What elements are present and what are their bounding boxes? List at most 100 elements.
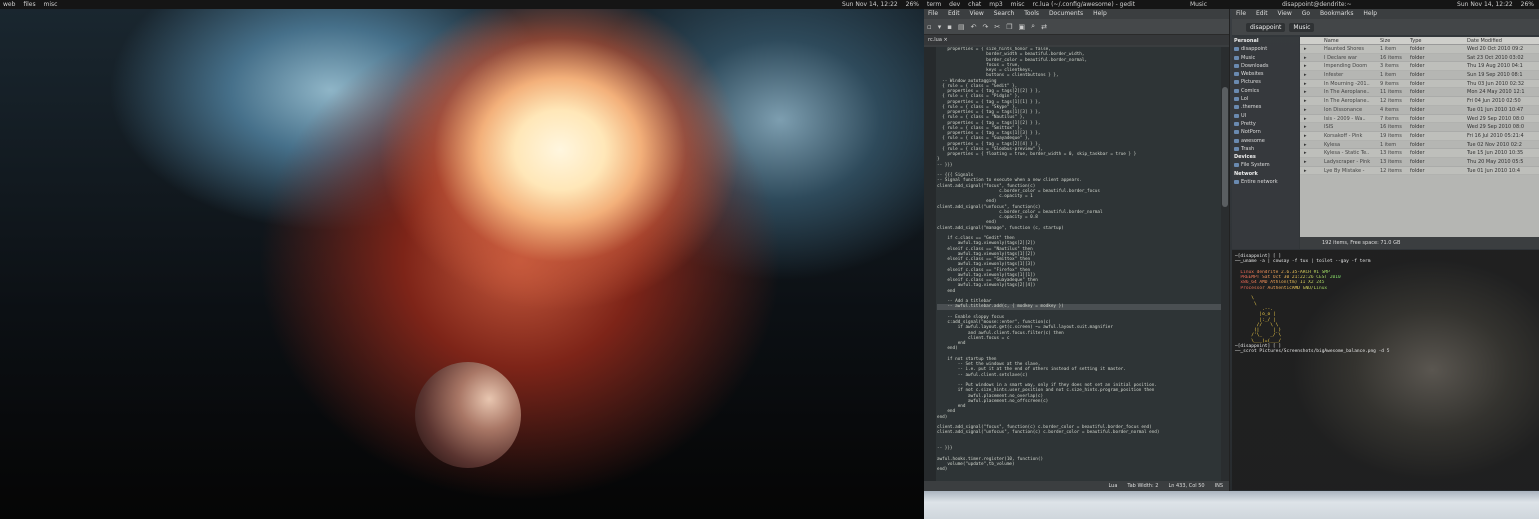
expander-icon[interactable]: ▸ [1300, 158, 1324, 166]
tag-mp3[interactable]: mp3 [986, 1, 1005, 8]
places-item[interactable]: Comics [1232, 87, 1299, 95]
file-row[interactable]: ▸ In Mourning -201.. 9 items folder Thu 03 J… [1300, 79, 1539, 89]
expander-icon[interactable]: ▸ [1300, 45, 1324, 53]
task-nautilus[interactable]: disappoint@dendrite:~ [1212, 1, 1355, 8]
menu-edit[interactable]: Edit [944, 10, 964, 17]
expander-icon[interactable]: ▸ [1300, 80, 1324, 88]
expander-icon[interactable]: ▸ [1300, 141, 1324, 149]
menu-file[interactable]: File [1232, 10, 1250, 17]
expander-icon[interactable]: ▸ [1300, 54, 1324, 62]
menu-view[interactable]: View [1274, 10, 1296, 17]
expander-icon[interactable]: ▸ [1300, 106, 1324, 114]
terminal-window[interactable]: ─[disappoint] [ ] ──‿uname -a | cowsay -f… [1232, 250, 1539, 490]
places-item[interactable]: Pretty [1232, 120, 1299, 128]
expander-icon[interactable]: ▸ [1300, 167, 1324, 175]
tag-chat[interactable]: chat [965, 1, 984, 8]
places-item[interactable]: Music [1232, 54, 1299, 62]
copy-icon[interactable]: ❐ [1006, 23, 1012, 31]
file-row[interactable]: ▸ Kylesa 1 item folder Tue 02 Nov 2010 02:2 [1300, 141, 1539, 150]
menu-tools[interactable]: Tools [1020, 10, 1043, 17]
clock: Sun Nov 14, 12:22 [1457, 1, 1513, 8]
places-item[interactable]: Downloads [1232, 62, 1299, 70]
column-size[interactable]: Size [1380, 37, 1410, 44]
save-icon[interactable]: ▪ [947, 23, 952, 31]
menu-go[interactable]: Go [1298, 10, 1314, 17]
tag-misc[interactable]: misc [41, 1, 61, 8]
replace-icon[interactable]: ⇄ [1041, 23, 1047, 31]
file-row[interactable]: ▸ Kylesa - Static Te.. 13 items folder Tue 1… [1300, 149, 1539, 158]
file-type: folder [1410, 141, 1425, 148]
places-item[interactable]: NotPorn [1232, 128, 1299, 136]
file-row[interactable]: ▸ Isis - 2009 - Wa.. 7 items folder Wed 29 S… [1300, 114, 1539, 124]
menu-search[interactable]: Search [990, 10, 1019, 17]
menu-edit[interactable]: Edit [1252, 10, 1272, 17]
expander-icon[interactable]: ▸ [1300, 88, 1324, 96]
scrollbar-thumb[interactable] [1222, 87, 1228, 207]
code-line[interactable]: end) [937, 467, 1222, 472]
file-row[interactable]: ▸ Ladyscraper - Pink 13 items folder Thu 20 … [1300, 158, 1539, 167]
places-item[interactable]: Pictures [1232, 78, 1299, 86]
file-row[interactable]: ▸ I Declare war 16 items folder Sat 23 Oct 2… [1300, 54, 1539, 63]
places-item[interactable]: .themes [1232, 103, 1299, 111]
places-item[interactable]: disappoint [1232, 45, 1299, 53]
file-row[interactable]: ▸ Impending Doom 3 items folder Thu 19 Aug 2… [1300, 62, 1539, 72]
menu-file[interactable]: File [924, 10, 942, 17]
path-crumb-music[interactable]: Music [1289, 22, 1315, 32]
expander-icon[interactable]: ▸ [1300, 149, 1324, 157]
file-row[interactable]: ▸ Infester 1 item folder Sun 19 Sep 2010 08:… [1300, 71, 1539, 80]
expander-icon[interactable]: ▸ [1300, 71, 1324, 79]
device-item[interactable]: File System [1232, 161, 1299, 169]
tag-web[interactable]: web [0, 1, 18, 8]
file-row[interactable]: ▸ ISIS 16 items folder Wed 29 Sep 2010 08:0 [1300, 123, 1539, 132]
paste-icon[interactable]: ▣ [1019, 23, 1026, 31]
expander-icon[interactable]: ▸ [1300, 115, 1324, 123]
column-type[interactable]: Type [1410, 37, 1467, 44]
code-editor[interactable]: properties = { size_hints_honor = false,… [924, 47, 1222, 481]
new-document-icon[interactable]: ▫ [927, 23, 932, 31]
expander-icon[interactable]: ▸ [1300, 132, 1324, 140]
tag-files[interactable]: files [20, 1, 38, 8]
expander-icon[interactable]: ▸ [1300, 97, 1324, 105]
editor-scrollbar[interactable] [1221, 47, 1229, 481]
places-item[interactable]: Websites [1232, 70, 1299, 78]
print-icon[interactable]: ▤ [958, 23, 965, 31]
redo-icon[interactable]: ↷ [983, 23, 989, 31]
close-icon[interactable]: × [944, 37, 948, 43]
find-icon[interactable]: ⌕ [1031, 22, 1035, 31]
file-row[interactable]: ▸ In The Aeroplane.. 12 items folder Fri 04 … [1300, 97, 1539, 106]
menu-documents[interactable]: Documents [1045, 10, 1087, 17]
expander-icon[interactable]: ▸ [1300, 123, 1324, 131]
wallpaper-planet [415, 362, 521, 468]
undo-icon[interactable]: ↶ [971, 23, 977, 31]
task-gedit[interactable]: rc.lua (~/.config/awesome) - gedit [1029, 1, 1138, 8]
cut-icon[interactable]: ✂ [994, 23, 1000, 31]
task-music[interactable]: Music [1140, 1, 1210, 8]
file-row[interactable]: ▸ Lye By Mistake - 12 items folder Tue 01 Ju… [1300, 166, 1539, 176]
places-item[interactable]: UI [1232, 112, 1299, 120]
tab-width-selector[interactable]: Tab Width: 2 [1127, 481, 1158, 491]
file-row[interactable]: ▸ In The Aeroplane.. 11 items folder Mon 24 … [1300, 88, 1539, 98]
expander-icon[interactable]: ▸ [1300, 62, 1324, 70]
open-icon[interactable]: ▾ [938, 23, 942, 31]
code-text[interactable]: properties = { size_hints_honor = false,… [937, 47, 1222, 472]
menu-bookmarks[interactable]: Bookmarks [1316, 10, 1358, 17]
column-date-modified[interactable]: Date Modified [1467, 37, 1539, 44]
menu-view[interactable]: View [966, 10, 988, 17]
column-name[interactable]: Name [1324, 37, 1380, 44]
tag-term[interactable]: term [924, 1, 944, 8]
tag-dev[interactable]: dev [946, 1, 963, 8]
file-row[interactable]: ▸ Ion Dissonance 4 items folder Tue 01 Jun 2… [1300, 106, 1539, 115]
menu-help[interactable]: Help [1359, 10, 1381, 17]
tab-rc-lua[interactable]: rc.lua [928, 37, 942, 43]
tag-misc[interactable]: misc [1008, 1, 1028, 8]
places-item[interactable]: awesome [1232, 137, 1299, 145]
menu-help[interactable]: Help [1089, 10, 1111, 17]
file-row[interactable]: ▸ Haunted Shores 1 item folder Wed 20 Oct 20… [1300, 45, 1539, 54]
places-item[interactable]: Trash [1232, 145, 1299, 153]
file-row[interactable]: ▸ Korsakoff - Pink 19 items folder Fri 16 Ju… [1300, 131, 1539, 141]
language-selector[interactable]: Lua [1108, 481, 1117, 491]
path-crumb-home[interactable]: disappoint [1246, 22, 1286, 32]
network-item[interactable]: Entire network [1232, 178, 1299, 186]
places-item[interactable]: Lol [1232, 95, 1299, 103]
gedit-toolbar: ▫ ▾ ▪ ▤ ↶ ↷ ✂ ❐ ▣ ⌕ ⇄ [924, 19, 1229, 35]
